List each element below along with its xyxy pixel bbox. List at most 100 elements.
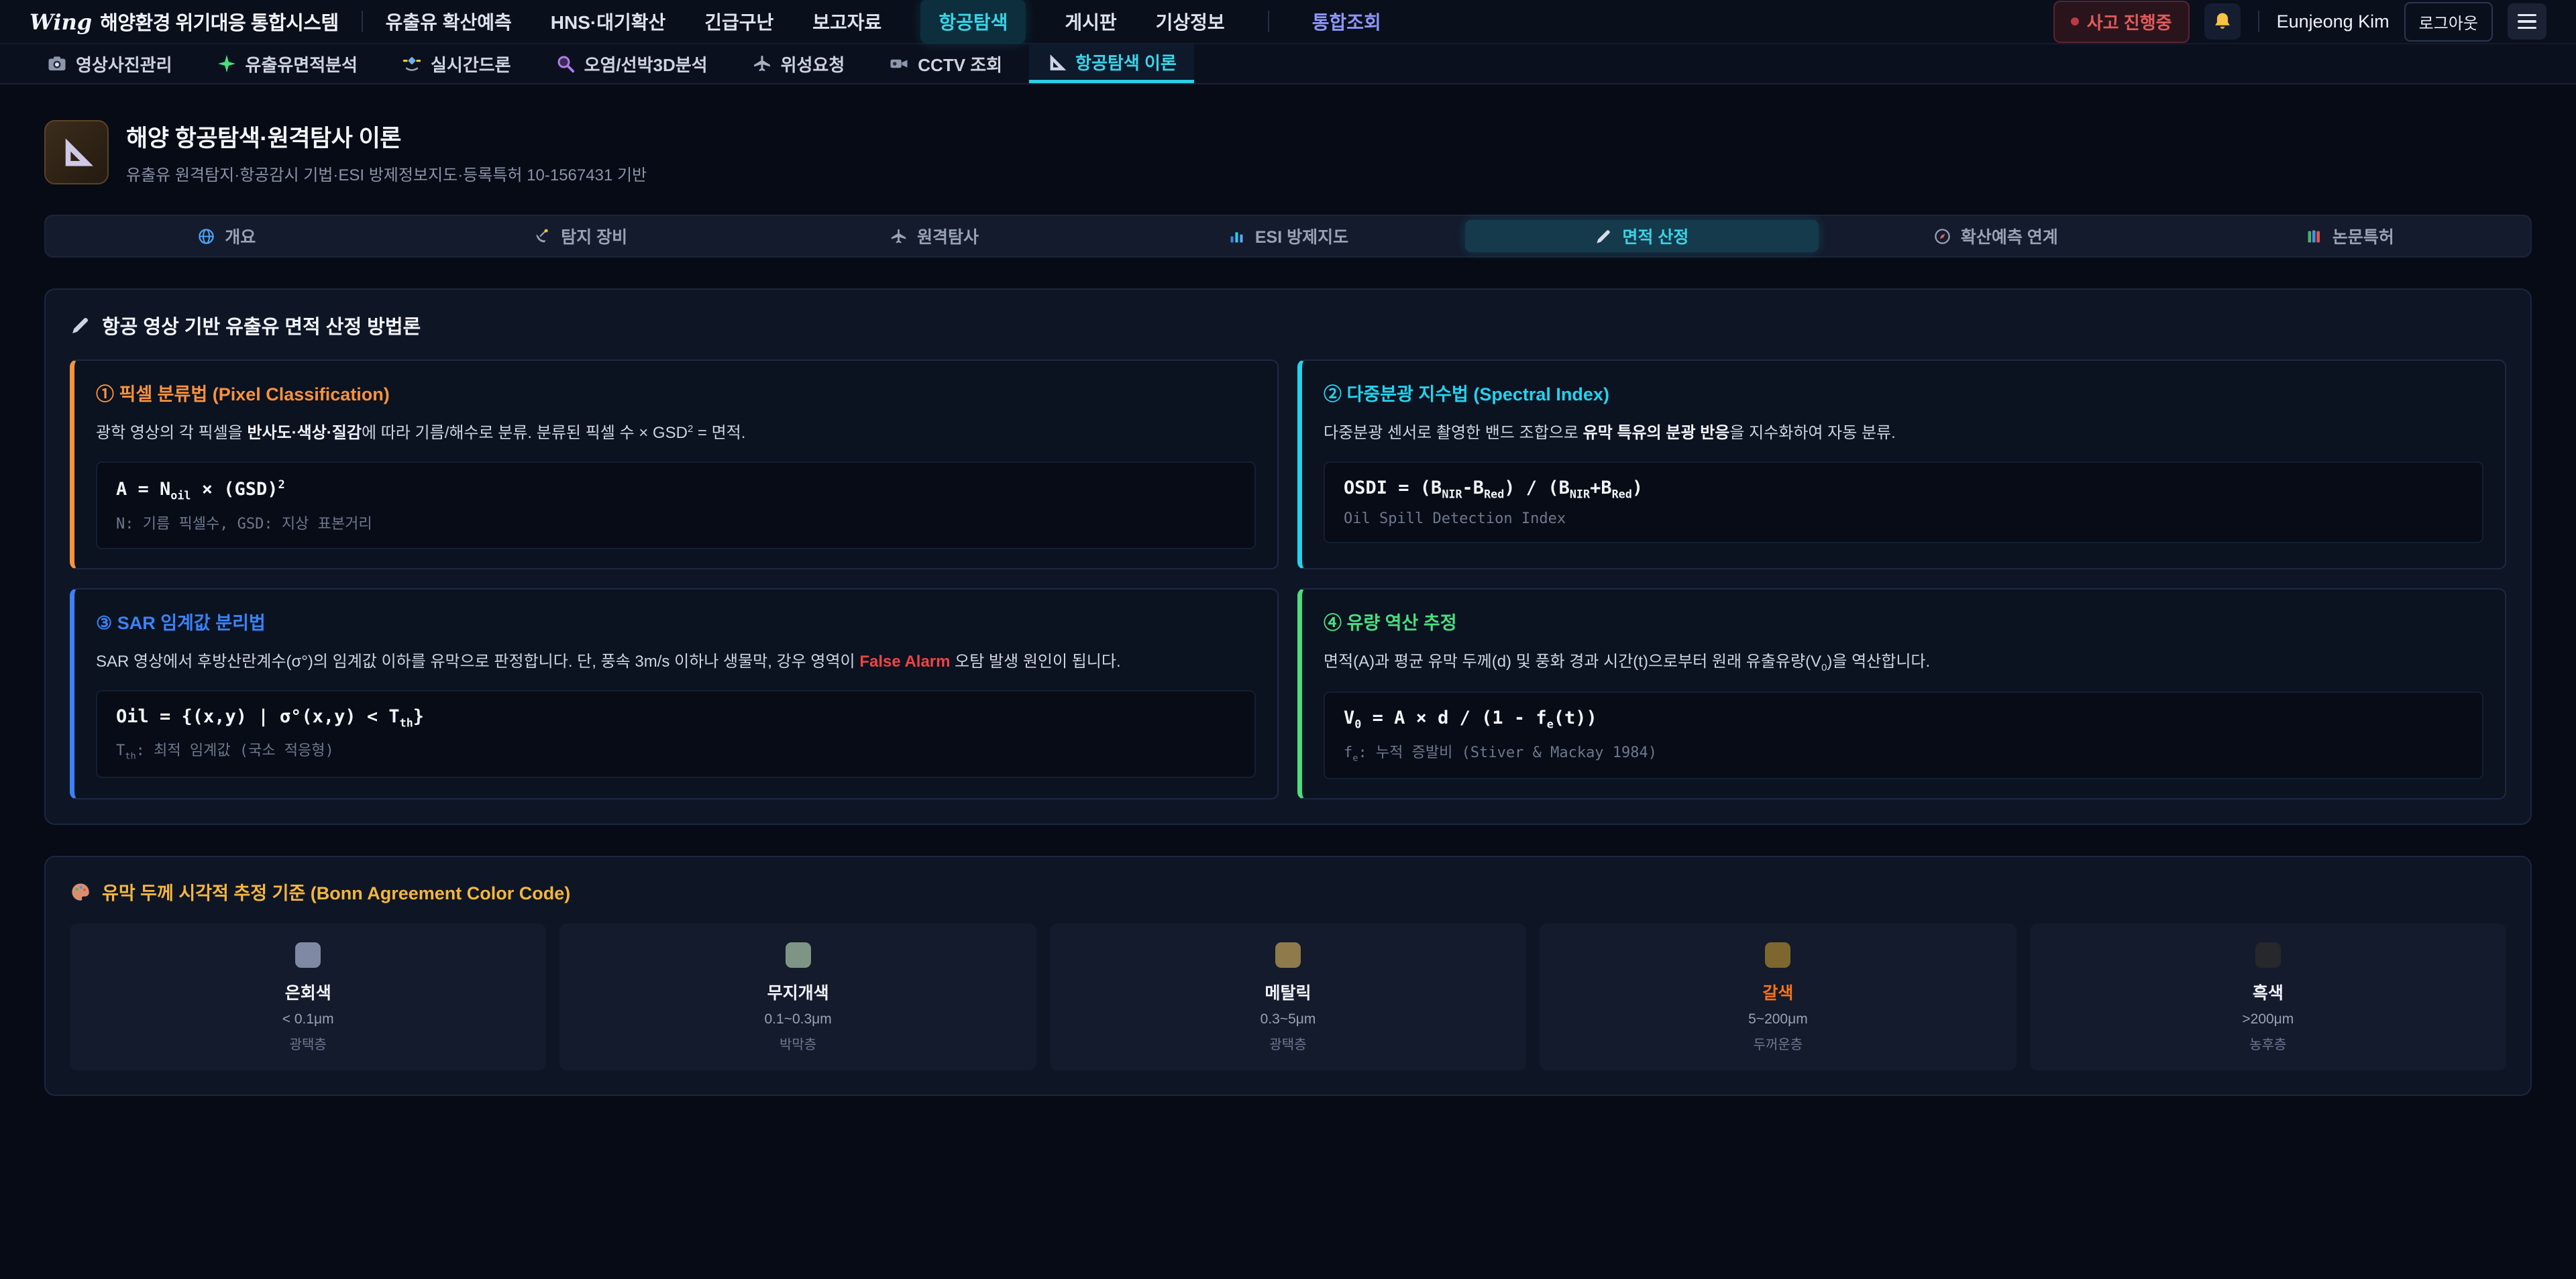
incident-dot-icon [2071, 17, 2079, 25]
color-swatch [2255, 942, 2281, 968]
set-square-icon [59, 135, 94, 170]
nav-item-board[interactable]: 게시판 [1065, 8, 1116, 35]
plane-icon [752, 54, 772, 74]
bonn-thickness: < 0.1μm [83, 1011, 533, 1027]
incident-status-badge[interactable]: 사고 진행중 [2053, 1, 2190, 43]
methods-panel: 항공 영상 기반 유출유 면적 산정 방법론 ① 픽셀 분류법 (Pixel C… [44, 288, 2532, 825]
bonn-card-rainbow: 무지개색 0.1~0.3μm 박막층 [559, 924, 1036, 1070]
notifications-button[interactable] [2204, 3, 2241, 40]
hamburger-icon [2518, 14, 2536, 17]
bonn-name: 무지개색 [573, 980, 1022, 1004]
subnav-item-pollution-3d[interactable]: 오염/선박3D분석 [538, 44, 725, 83]
tab-overview[interactable]: 개요 [50, 220, 403, 252]
bonn-layer: 광택층 [1063, 1034, 1513, 1053]
bonn-layer: 박막층 [573, 1034, 1022, 1053]
bonn-name: 흑색 [2043, 980, 2493, 1004]
formula-box: A = Noil × (GSD)2 N: 기름 픽셀수, GSD: 지상 표본거… [96, 461, 1256, 549]
formula: V0 = A × d / (1 - fe(t)) [1344, 708, 2463, 730]
subnav-item-oil-area-analysis[interactable]: 유출유면적분석 [199, 44, 375, 83]
formula: OSDI = (BNIR-BRed) / (BNIR+BRed) [1344, 478, 2463, 500]
nav-item-reports[interactable]: 보고자료 [812, 8, 881, 35]
main-content: 해양 항공탐색·원격탐사 이론 유출유 원격탐지·항공감시 기법·ESI 방제정… [0, 85, 2576, 1096]
bonn-layer: 광택층 [83, 1034, 533, 1053]
tab-detection-equipment[interactable]: 탐지 장비 [403, 220, 757, 252]
tab-forecast-link[interactable]: 확산예측 연계 [1819, 220, 2172, 252]
bonn-name: 메탈릭 [1063, 980, 1513, 1004]
tab-remote-sensing[interactable]: 원격탐사 [757, 220, 1111, 252]
divider [362, 11, 363, 32]
color-swatch [1765, 942, 1790, 968]
sparkle-icon [217, 54, 237, 74]
color-swatch [786, 942, 811, 968]
drone-icon [402, 54, 422, 74]
bonn-heading: 유막 두께 시각적 추정 기준 (Bonn Agreement Color Co… [70, 879, 2506, 905]
logo-wing-icon: Wing [30, 9, 92, 35]
color-swatch [1275, 942, 1301, 968]
bell-icon [2212, 11, 2233, 32]
section-tab-bar: 개요 탐지 장비 원격탐사 ESI 방제지도 [44, 215, 2532, 258]
set-square-icon [1046, 52, 1067, 72]
divider [2258, 11, 2259, 32]
plane-icon [890, 227, 908, 245]
formula-box: V0 = A × d / (1 - fe(t)) fe: 누적 증발비 (Sti… [1324, 691, 2483, 779]
tab-area-estimation[interactable]: 면적 산정 [1465, 220, 1819, 252]
bonn-thickness: 0.3~5μm [1063, 1011, 1513, 1027]
formula-box: Oil = {(x,y) | σ°(x,y) < Tth} Tth: 최적 임계… [96, 690, 1256, 778]
nav-item-aerial-search[interactable]: 항공탐색 [920, 0, 1026, 44]
formula-note: N: 기름 픽셀수, GSD: 지상 표본거리 [116, 512, 1236, 533]
method-card-spectral-index: ② 다중분광 지수법 (Spectral Index) 다중분광 센서로 촬영한… [1297, 359, 2506, 569]
method-title: ④ 유량 역산 추정 [1324, 608, 2483, 634]
method-card-volume-estimation: ④ 유량 역산 추정 면적(A)과 평균 유막 두께(d) 및 풍화 경과 시간… [1297, 588, 2506, 800]
formula: Oil = {(x,y) | σ°(x,y) < Tth} [116, 706, 1236, 729]
method-description: 광학 영상의 각 픽셀을 반사도·색상·질감에 따라 기름/해수로 분류. 분류… [96, 421, 1256, 445]
tab-esi-map[interactable]: ESI 방제지도 [1111, 220, 1464, 252]
top-bar: Wing 해양환경 위기대응 통합시스템 유출유 확산예측 HNS·대기확산 긴… [0, 0, 2576, 44]
camera-icon [47, 54, 67, 74]
incident-badge-label: 사고 진행중 [2087, 9, 2172, 34]
antenna-icon [533, 227, 551, 245]
compass-icon [1933, 227, 1951, 245]
method-card-pixel-classification: ① 픽셀 분류법 (Pixel Classification) 광학 영상의 각… [70, 359, 1279, 569]
chart-icon [1228, 227, 1246, 245]
subnav-item-aerial-theory[interactable]: 항공탐색 이론 [1029, 44, 1194, 83]
bonn-card-brown: 갈색 5~200μm 두꺼운층 [1540, 924, 2016, 1070]
bonn-name: 갈색 [1553, 980, 2002, 1004]
user-name: Eunjeong Kim [2277, 11, 2390, 32]
method-description: 다중분광 센서로 촬영한 밴드 조합으로 유막 특유의 분광 반응을 지수화하여… [1324, 421, 2483, 445]
formula-note: Oil Spill Detection Index [1344, 510, 2463, 527]
subnav-item-satellite-request[interactable]: 위성요청 [735, 44, 863, 83]
menu-button[interactable] [2508, 3, 2546, 40]
formula-note: Tth: 최적 임계값 (국소 적응형) [116, 738, 1236, 761]
bonn-layer: 두꺼운층 [1553, 1034, 2002, 1053]
nav-item-spill-forecast[interactable]: 유출유 확산예측 [386, 8, 512, 35]
page-title-block: 해양 항공탐색·원격탐사 이론 유출유 원격탐지·항공감시 기법·ESI 방제정… [126, 119, 647, 185]
bonn-card-metallic: 메탈릭 0.3~5μm 광택층 [1050, 924, 1526, 1070]
subnav-item-realtime-drone[interactable]: 실시간드론 [384, 44, 529, 83]
color-swatch [295, 942, 321, 968]
bonn-thickness: 5~200μm [1553, 1011, 2002, 1027]
topbar-right: 사고 진행중 Eunjeong Kim 로그아웃 [2053, 1, 2546, 43]
books-icon [2305, 227, 2323, 245]
tab-papers-patents[interactable]: 논문특허 [2173, 220, 2526, 252]
globe-icon [197, 227, 215, 245]
bonn-thickness: >200μm [2043, 1011, 2493, 1027]
palette-icon [70, 881, 91, 903]
bonn-row: 은회색 < 0.1μm 광택층 무지개색 0.1~0.3μm 박막층 메탈릭 0… [70, 924, 2506, 1070]
camcorder-icon [889, 54, 909, 74]
nav-item-weather[interactable]: 기상정보 [1156, 8, 1225, 35]
page-header: 해양 항공탐색·원격탐사 이론 유출유 원격탐지·항공감시 기법·ESI 방제정… [44, 119, 2532, 185]
main-nav: 유출유 확산예측 HNS·대기확산 긴급구난 보고자료 항공탐색 게시판 기상정… [386, 0, 1381, 44]
logout-button[interactable]: 로그아웃 [2404, 2, 2493, 42]
page-icon-box [44, 120, 109, 184]
nav-item-integrated-search[interactable]: 통합조회 [1312, 8, 1381, 35]
subnav-item-cctv[interactable]: CCTV 조회 [871, 44, 1020, 83]
nav-item-rescue[interactable]: 긴급구난 [704, 8, 773, 35]
page-subtitle: 유출유 원격탐지·항공감시 기법·ESI 방제정보지도·등록특허 10-1567… [126, 162, 647, 185]
bonn-panel: 유막 두께 시각적 추정 기준 (Bonn Agreement Color Co… [44, 856, 2532, 1096]
bonn-card-silver-gray: 은회색 < 0.1μm 광택층 [70, 924, 546, 1070]
subnav-item-image-management[interactable]: 영상사진관리 [30, 44, 190, 83]
bonn-card-black: 흑색 >200μm 농후층 [2030, 924, 2506, 1070]
pencil-icon [70, 315, 91, 336]
nav-item-hns[interactable]: HNS·대기확산 [551, 8, 665, 35]
sub-nav: 영상사진관리 유출유면적분석 실시간드론 오염/선박3D분석 위성요청 [0, 44, 2576, 85]
